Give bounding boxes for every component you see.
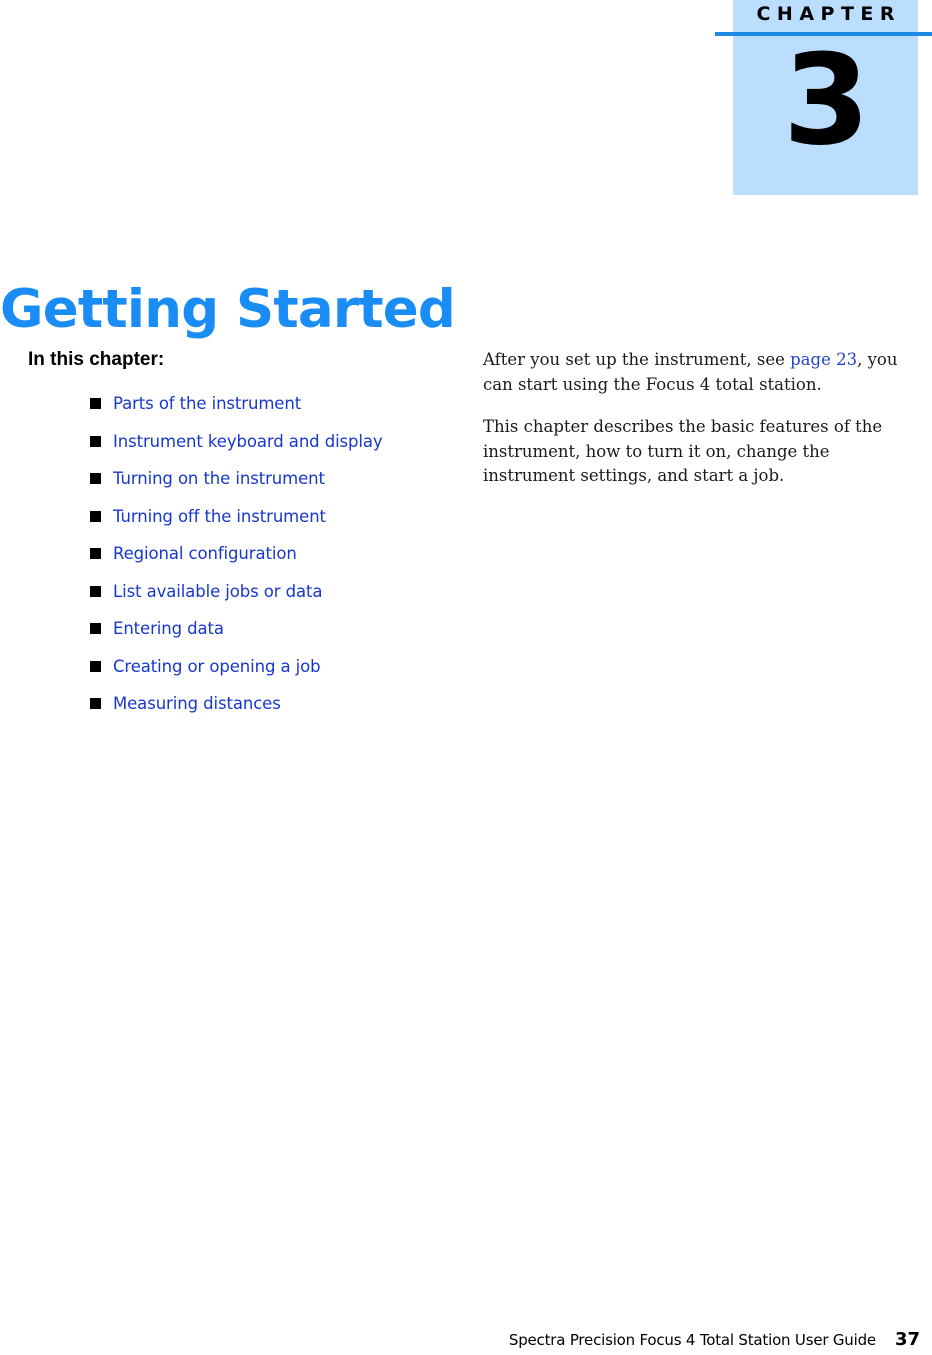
in-this-chapter-section: In this chapter: Parts of the instrument…: [28, 348, 468, 731]
toc-link-turning-off-the-instrument[interactable]: Turning off the instrument: [113, 507, 326, 526]
square-bullet-icon: [90, 660, 101, 672]
square-bullet-icon: [90, 585, 101, 597]
toc-link-turning-on-the-instrument[interactable]: Turning on the instrument: [113, 469, 325, 488]
chapter-number: 3: [783, 28, 870, 173]
toc-link-measuring-distances[interactable]: Measuring distances: [113, 694, 281, 713]
list-item[interactable]: Entering data: [28, 618, 468, 656]
list-item[interactable]: List available jobs or data: [28, 581, 468, 619]
toc-link-creating-or-opening-a-job[interactable]: Creating or opening a job: [113, 657, 321, 676]
square-bullet-icon: [90, 473, 101, 484]
square-bullet-icon: [90, 398, 101, 409]
square-bullet-icon: [90, 548, 101, 559]
page-23-link[interactable]: page 23: [790, 350, 857, 369]
list-item[interactable]: Parts of the instrument: [28, 393, 468, 431]
toc-link-entering-data[interactable]: Entering data: [113, 619, 224, 638]
in-this-chapter-heading: In this chapter:: [28, 349, 165, 370]
toc-link-parts-of-the-instrument[interactable]: Parts of the instrument: [113, 394, 301, 413]
toc-link-instrument-keyboard-and-display[interactable]: Instrument keyboard and display: [113, 432, 383, 451]
square-bullet-icon: [90, 698, 101, 709]
footer-guide-title: Spectra Precision Focus 4 Total Station …: [508, 1331, 876, 1349]
square-bullet-icon: [90, 435, 101, 447]
intro-paragraph-2: This chapter describes the basic feature…: [483, 417, 883, 485]
chapter-toc-list: Parts of the instrument Instrument keybo…: [28, 393, 468, 731]
list-item[interactable]: Creating or opening a job: [28, 656, 468, 694]
chapter-intro-text: After you set up the instrument, see pag…: [483, 348, 920, 507]
list-item[interactable]: Turning off the instrument: [28, 506, 468, 544]
toc-link-regional-configuration[interactable]: Regional configuration: [113, 544, 297, 563]
page-title: Getting Started: [0, 278, 456, 340]
list-item[interactable]: Instrument keyboard and display: [28, 431, 468, 469]
square-bullet-icon: [90, 510, 101, 522]
list-item[interactable]: Regional configuration: [28, 543, 468, 581]
list-item[interactable]: Measuring distances: [28, 693, 468, 731]
list-item[interactable]: Turning on the instrument: [28, 468, 468, 506]
footer-page-number: 37: [894, 1329, 920, 1350]
toc-link-list-available-jobs-or-data[interactable]: List available jobs or data: [113, 582, 323, 601]
intro-paragraph-1: After you set up the instrument, see pag…: [483, 348, 920, 397]
page-footer: Spectra Precision Focus 4 Total Station …: [0, 1329, 920, 1350]
square-bullet-icon: [90, 623, 101, 634]
chapter-label: CHAPTER: [756, 3, 902, 25]
intro-paragraph-1-before-link: After you set up the instrument, see: [483, 350, 791, 369]
